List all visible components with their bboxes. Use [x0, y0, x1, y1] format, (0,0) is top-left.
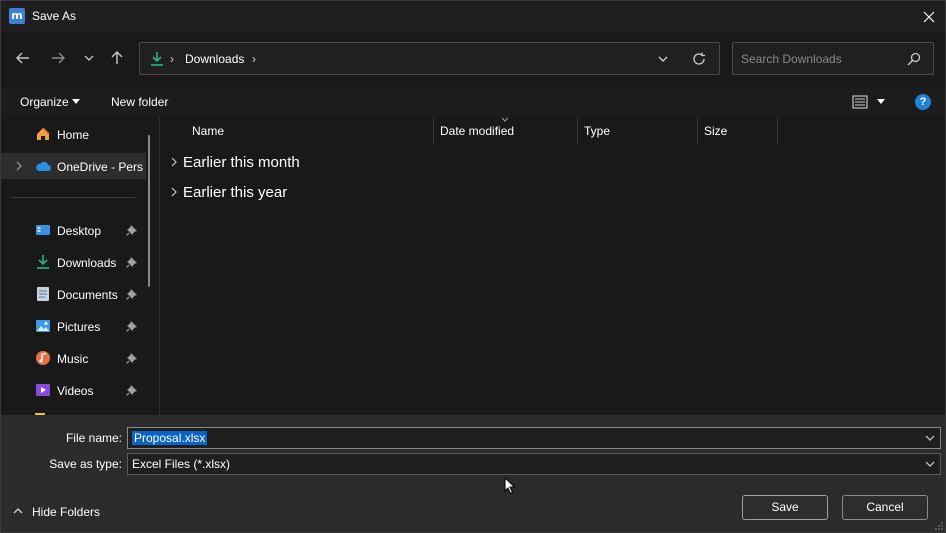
app-icon: m — [9, 8, 25, 24]
home-icon — [37, 127, 50, 140]
search-input[interactable] — [741, 51, 901, 67]
caret-down-icon[interactable] — [877, 99, 885, 104]
arrow-up-icon — [111, 51, 123, 64]
chevron-right-icon[interactable] — [169, 156, 179, 168]
view-details-icon[interactable] — [852, 94, 868, 110]
column-header-size[interactable]: Size — [698, 117, 777, 143]
nav-item-documents[interactable]: Documents — [1, 281, 146, 307]
file-name-label: File name: — [65, 431, 122, 445]
chevron-up-icon — [13, 508, 23, 514]
chevron-down-icon[interactable] — [925, 460, 935, 468]
file-name-value[interactable]: Proposal.xlsx — [132, 431, 208, 445]
group-header[interactable]: Earlier this month — [169, 150, 469, 174]
nav-item-desktop[interactable]: Desktop — [1, 217, 146, 243]
nav-label: Pictures — [57, 320, 101, 334]
nav-label: Downloads — [57, 256, 117, 270]
pin-icon — [126, 257, 137, 268]
back-button[interactable] — [11, 46, 35, 70]
nav-item-onedrive[interactable]: OneDrive - Pers — [1, 153, 146, 179]
address-bar[interactable]: › Downloads › — [139, 42, 720, 75]
videos-icon — [36, 384, 50, 396]
hide-folders-button[interactable]: Hide Folders — [13, 503, 113, 521]
organize-button[interactable]: Organize — [20, 95, 69, 109]
save-options-panel: File name: Proposal.xlsx Save as type: E… — [1, 415, 945, 532]
nav-item-videos[interactable]: Videos — [1, 377, 146, 403]
resize-grip-icon[interactable] — [935, 522, 943, 530]
desktop-icon — [36, 225, 50, 235]
save-as-dialog: m Save As › Downloads › Organize — [0, 0, 946, 533]
nav-label: Music — [57, 352, 89, 366]
column-header-name[interactable]: Name — [186, 117, 434, 143]
recent-locations-button[interactable] — [77, 46, 101, 70]
chevron-right-icon[interactable]: › — [252, 52, 256, 66]
command-bar: Organize New folder ? — [1, 87, 945, 117]
column-header-date-modified[interactable]: Date modified — [434, 117, 577, 143]
cancel-button[interactable]: Cancel — [842, 495, 928, 520]
chevron-down-icon[interactable] — [925, 434, 935, 442]
hide-folders-label: Hide Folders — [32, 505, 101, 519]
window-title: Save As — [32, 9, 77, 23]
chevron-right-icon[interactable] — [169, 186, 179, 198]
nav-label: Desktop — [57, 224, 102, 238]
breadcrumb-downloads[interactable]: Downloads — [185, 52, 244, 66]
save-button[interactable]: Save — [742, 495, 828, 520]
caret-down-icon[interactable] — [72, 99, 80, 104]
column-header-type[interactable]: Type — [578, 117, 697, 143]
download-icon — [37, 255, 49, 269]
up-button[interactable] — [105, 46, 129, 70]
save-as-type-select[interactable]: Excel Files (*.xlsx) — [127, 453, 941, 475]
pin-icon — [126, 225, 137, 236]
refresh-icon — [693, 52, 705, 65]
nav-scrollbar[interactable] — [148, 135, 150, 287]
group-header[interactable]: Earlier this year — [169, 180, 469, 204]
mouse-cursor-icon — [504, 477, 516, 495]
nav-label: Videos — [57, 384, 94, 398]
search-box[interactable] — [732, 42, 934, 75]
arrow-right-icon — [52, 52, 65, 64]
nav-divider — [11, 197, 135, 198]
group-label: Earlier this year — [183, 184, 288, 201]
pin-icon — [126, 289, 137, 300]
column-label: Size — [704, 124, 728, 138]
pin-icon — [126, 385, 137, 396]
close-icon — [923, 11, 935, 22]
nav-item-music[interactable]: Music — [1, 345, 146, 371]
nav-label: Home — [57, 128, 90, 142]
group-label: Earlier this month — [183, 154, 300, 171]
new-folder-button[interactable]: New folder — [111, 95, 168, 109]
nav-label: Documents — [57, 288, 118, 302]
cloud-icon — [36, 161, 51, 171]
column-label: Date modified — [440, 124, 515, 138]
address-dropdown-button[interactable] — [654, 51, 672, 67]
music-icon — [36, 351, 50, 365]
file-list[interactable]: Name Date modified Type Size Earlier thi… — [161, 117, 945, 415]
forward-button[interactable] — [46, 46, 70, 70]
pictures-icon — [36, 320, 50, 332]
download-icon — [151, 52, 163, 66]
chevron-right-icon[interactable] — [14, 161, 24, 171]
chevron-down-icon — [84, 55, 94, 61]
documents-icon — [37, 287, 49, 301]
column-label: Type — [584, 124, 611, 138]
nav-label: OneDrive - Pers — [57, 160, 144, 174]
column-divider[interactable] — [777, 117, 778, 143]
title-bar[interactable]: m Save As — [1, 1, 945, 32]
close-button[interactable] — [913, 1, 945, 32]
column-label: Name — [192, 124, 225, 138]
file-name-field[interactable]: Proposal.xlsx — [127, 427, 941, 449]
help-button[interactable]: ? — [915, 94, 931, 110]
chevron-down-icon — [658, 56, 668, 62]
pin-icon — [126, 321, 137, 332]
save-as-type-value: Excel Files (*.xlsx) — [132, 457, 231, 471]
chevron-right-icon: › — [170, 52, 174, 66]
arrow-left-icon — [16, 52, 29, 64]
search-icon[interactable] — [907, 52, 921, 66]
pin-icon — [126, 353, 137, 364]
refresh-button[interactable] — [690, 50, 708, 68]
nav-item-downloads[interactable]: Downloads — [1, 249, 146, 275]
nav-item-home[interactable]: Home — [1, 121, 146, 147]
save-as-type-label: Save as type: — [49, 457, 122, 471]
nav-item-pictures[interactable]: Pictures — [1, 313, 146, 339]
navigation-pane[interactable]: Home OneDrive - Pers Desktop Downloads D… — [1, 117, 160, 415]
